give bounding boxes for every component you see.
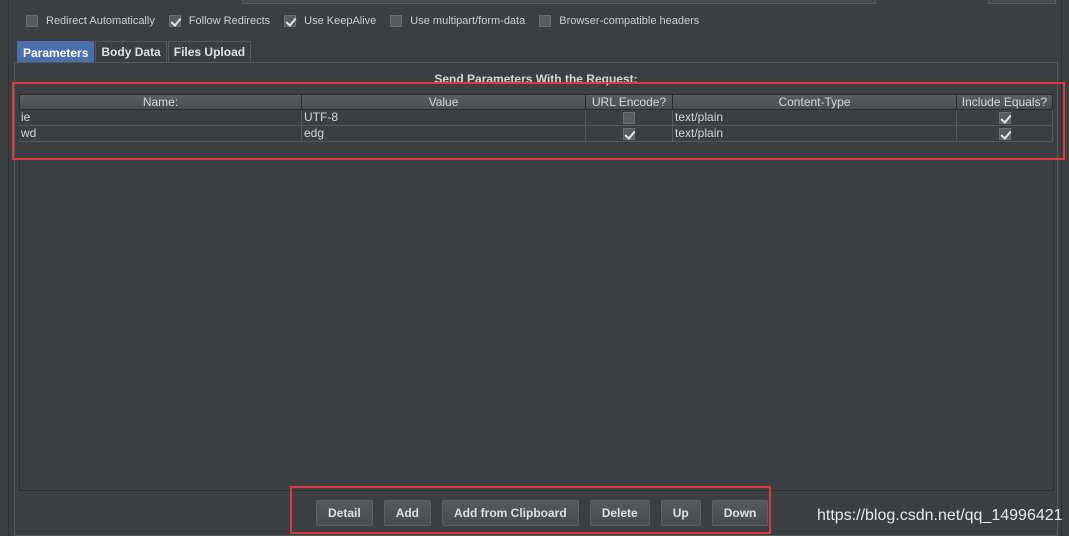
cell-content-type[interactable]: text/plain [673, 110, 957, 126]
down-button[interactable]: Down [711, 500, 769, 526]
cell-name[interactable]: wd [19, 126, 302, 142]
left-divider [8, 0, 9, 536]
detail-button[interactable]: Detail [316, 500, 373, 526]
column-header-include-equals[interactable]: Include Equals? [957, 94, 1053, 110]
option-label: Use multipart/form-data [410, 15, 526, 27]
parameters-table: Name: Value URL Encode? Content-Type Inc… [19, 94, 1053, 142]
column-header-url-encode[interactable]: URL Encode? [586, 94, 673, 110]
button-bar: Detail Add Add from Clipboard Delete Up … [316, 500, 779, 526]
parameters-panel: Send Parameters With the Request: Name: … [14, 62, 1058, 536]
column-header-value[interactable]: Value [302, 94, 586, 110]
url-encode-checkbox[interactable] [623, 127, 635, 140]
tab-parameters[interactable]: Parameters [17, 41, 95, 63]
cell-value[interactable]: edg [302, 126, 586, 142]
table-row[interactable]: ie UTF-8 text/plain [19, 110, 1053, 126]
include-equals-checkbox[interactable] [998, 127, 1011, 140]
follow-redirects-checkbox[interactable] [168, 15, 181, 27]
cell-content-type[interactable]: text/plain [673, 126, 957, 142]
cell-include-equals[interactable] [957, 126, 1053, 142]
url-path-field[interactable] [242, 0, 876, 4]
cell-value[interactable]: UTF-8 [302, 110, 586, 126]
option-label: Browser-compatible headers [559, 15, 700, 27]
column-header-name[interactable]: Name: [19, 94, 302, 110]
table-header: Name: Value URL Encode? Content-Type Inc… [19, 94, 1053, 110]
add-button[interactable]: Add [383, 500, 432, 526]
option-label: Follow Redirects [188, 15, 271, 27]
option-browser-headers[interactable]: Browser-compatible headers [539, 15, 699, 27]
url-encode-checkbox[interactable] [623, 111, 635, 124]
tab-files-upload[interactable]: Files Upload [167, 41, 252, 62]
cell-include-equals[interactable] [957, 110, 1053, 126]
use-keepalive-checkbox[interactable] [284, 15, 297, 27]
delete-button[interactable]: Delete [589, 500, 650, 526]
watermark: https://blog.csdn.net/qq_14996421 [817, 507, 1063, 524]
tab-body-data[interactable]: Body Data [95, 41, 167, 62]
option-label: Redirect Automatically [46, 15, 155, 27]
request-options: Redirect Automatically Follow Redirects … [26, 12, 713, 30]
cell-name[interactable]: ie [19, 110, 302, 126]
option-label: Use KeepAlive [304, 15, 377, 27]
table-area-right-border [1053, 159, 1054, 491]
table-area-bottom-border [19, 490, 1053, 491]
option-redirect-automatically[interactable]: Redirect Automatically [26, 15, 155, 27]
option-use-keepalive[interactable]: Use KeepAlive [284, 15, 376, 27]
option-follow-redirects[interactable]: Follow Redirects [168, 15, 271, 27]
cell-url-encode[interactable] [586, 126, 673, 142]
table-row[interactable]: wd edg text/plain [19, 126, 1053, 142]
redirect-automatically-checkbox[interactable] [26, 15, 38, 27]
browser-headers-checkbox[interactable] [539, 15, 552, 27]
panel-title: Send Parameters With the Request: [434, 72, 638, 86]
encoding-field[interactable] [988, 0, 1056, 4]
column-header-content-type[interactable]: Content-Type [673, 94, 957, 110]
multipart-checkbox[interactable] [390, 15, 403, 27]
include-equals-checkbox[interactable] [998, 111, 1011, 124]
right-divider [1061, 0, 1062, 536]
table-area-left-border [19, 159, 20, 491]
tab-bar: Parameters Body Data Files Upload [17, 41, 252, 63]
add-from-clipboard-button[interactable]: Add from Clipboard [442, 500, 579, 526]
option-multipart[interactable]: Use multipart/form-data [390, 15, 525, 27]
up-button[interactable]: Up [660, 500, 701, 526]
cell-url-encode[interactable] [586, 110, 673, 126]
